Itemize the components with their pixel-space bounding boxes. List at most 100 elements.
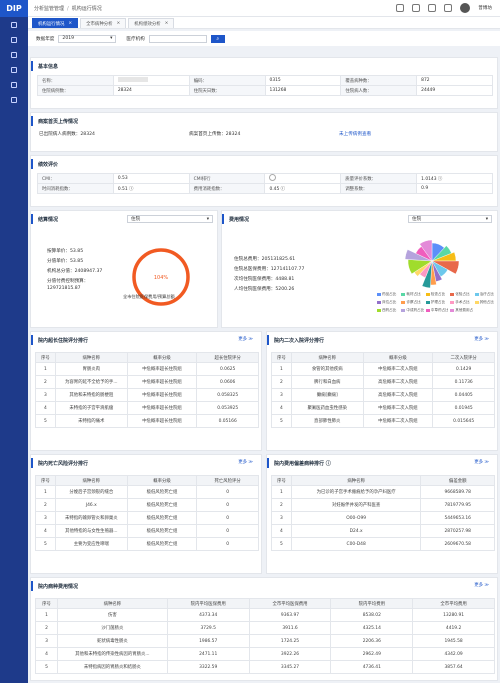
cost-pie-legend: 药品占比 耗材占比 检查占比 化验占比 治疗占比床位占比 诊察占比 护理占比 手术占比 其他占比…: [377, 292, 497, 313]
analysis-icon[interactable]: [0, 92, 28, 107]
info-icon[interactable]: ⓘ: [129, 187, 133, 192]
table-row[interactable]: 3 蛇状病毒性肠炎 1986.57 1724.25 2206.36 1945.58: [35, 634, 495, 648]
table-row[interactable]: 4 未特指的子宫平滑肌瘤 中危概率超长住院组 0.053925: [35, 401, 259, 415]
not-uploaded-link[interactable]: 未上传病例查看: [339, 131, 371, 137]
list-icon[interactable]: [0, 77, 28, 92]
close-icon[interactable]: ×: [68, 21, 72, 26]
table-cell: 4373.34: [166, 608, 250, 622]
legend-item[interactable]: 护理占比: [425, 300, 448, 305]
table-row[interactable]: 2 J46.x 极低风险死亡组 0: [35, 498, 259, 512]
breadcrumb-item[interactable]: 分析监管管理: [34, 6, 64, 12]
table-row[interactable]: 4 D24.x 2870257.98: [271, 524, 495, 538]
more-link[interactable]: 更多 ≫: [238, 459, 253, 465]
table-row[interactable]: 3 未特指的输卵管炎和卵巢炎 极低风险死亡组 0: [35, 511, 259, 525]
table-row[interactable]: 3 其他和未特指的肠梗阻 中危概率超长住院组 0.058325: [35, 388, 259, 402]
table-row[interactable]: 4 聚氟医药血虫性感染 中危概率二次入院组 0.01945: [271, 401, 495, 415]
table-row[interactable]: 5 未特指的痛术 中危概率超长住院组 0.05166: [35, 414, 259, 428]
table-row[interactable]: 1 分娩后子宫颈裂的缝合 极低风险死亡组 0: [35, 485, 259, 499]
table-cell: 0.0606: [196, 375, 259, 389]
legend-item[interactable]: 药品占比: [377, 292, 399, 297]
year-label: 数据年度: [36, 36, 55, 42]
legend-item[interactable]: 中草药占比: [425, 308, 448, 313]
legend-item[interactable]: 西药占比: [377, 308, 399, 313]
info-icon[interactable]: ⓘ: [326, 460, 331, 467]
table-cell: 0.0625: [196, 362, 259, 376]
table-cell: 0.11736: [432, 375, 495, 389]
more-link[interactable]: 更多 ≫: [474, 582, 489, 588]
table-row[interactable]: 2 脾行和白血病 高危概率二次入院组 0.11736: [271, 375, 495, 389]
column-header: 二次入院评分: [432, 352, 495, 363]
legend-item[interactable]: 手术占比: [450, 300, 472, 305]
field-label: 覆盖病种数：: [340, 75, 418, 86]
lock-icon[interactable]: [428, 4, 437, 12]
field-label: CMI：: [37, 173, 114, 184]
legend-item[interactable]: 化验占比: [450, 292, 472, 297]
table-cell: 极低风险死亡组: [126, 485, 198, 499]
table-cell: 2471.11: [166, 647, 250, 661]
cost-line: 住院总医保费用：127141107.77: [234, 267, 305, 272]
close-icon[interactable]: ×: [165, 21, 169, 26]
table-cell: 3: [35, 388, 56, 402]
column-header: 概率分级: [362, 352, 434, 363]
menu-toggle-icon[interactable]: [0, 17, 28, 32]
tab-org-performance[interactable]: 机构绩效分析 ×: [128, 18, 175, 28]
table-row[interactable]: 4 其他和未特指的传染性病因的胃肠炎... 2471.11 3922.26 2962.4…: [35, 647, 495, 661]
mail-icon[interactable]: [396, 4, 405, 12]
field-value: 1.0143 ⓘ: [416, 173, 493, 184]
table-cell: 1724.25: [248, 634, 332, 648]
table-row[interactable]: 5 主要为变应性哮喘 极低风险死亡组 0: [35, 537, 259, 551]
legend-item[interactable]: 中成药占比: [401, 308, 424, 313]
field-label: 住院病人数：: [340, 85, 418, 96]
table-row[interactable]: 1 食管的其他疾病 中危概率二次入院组 0.1429: [271, 362, 495, 376]
settings-icon[interactable]: [444, 4, 453, 12]
table-row[interactable]: 2 对妊娠伴并发的产科医查 7819779.95: [271, 498, 495, 512]
legend-item[interactable]: 检查占比: [425, 292, 448, 297]
table-row[interactable]: 4 其他特指的与女性生殖器... 极低风险死亡组 0: [35, 524, 259, 538]
table-cell: 9363.97: [248, 608, 332, 622]
legend-item[interactable]: 床位占比: [377, 300, 399, 305]
info-icon[interactable]: ⓘ: [281, 187, 285, 192]
home-icon[interactable]: [0, 32, 28, 47]
cost-type-select[interactable]: 住院 ▾: [408, 215, 492, 223]
legend-item[interactable]: 治疗占比: [474, 292, 497, 297]
legend-item[interactable]: 耗材占比: [401, 292, 423, 297]
legend-item[interactable]: 诊察占比: [401, 300, 423, 305]
table-row[interactable]: 2 沙门菌肠炎 3729.5 3911.6 4325.14 4419.2: [35, 621, 495, 635]
table-cell: 0.1429: [432, 362, 495, 376]
user-name[interactable]: 普博坊: [478, 5, 492, 11]
close-icon[interactable]: ×: [117, 21, 121, 26]
table-cell: 其他和未特指的传染性病因的胃肠炎...: [56, 647, 168, 661]
app-logo[interactable]: DIP: [0, 0, 28, 17]
more-link[interactable]: 更多 ≫: [238, 336, 253, 342]
table-row[interactable]: 2 为容胃的延不全给予的手... 中危概率超长住院组 0.0606: [35, 375, 259, 389]
table-row[interactable]: 3 O00-O99 5449653.16: [271, 511, 495, 525]
table-cell: 0.01945: [432, 401, 495, 415]
table-row[interactable]: 1 伤害 4373.34 9363.97 8538.02 13280.91: [35, 608, 495, 622]
legend-item[interactable]: 其他费用占比: [450, 308, 473, 313]
table-row[interactable]: 5 C00-D48 2609670.58: [271, 537, 495, 551]
info-icon[interactable]: [269, 174, 277, 181]
more-link[interactable]: 更多 ≫: [474, 459, 489, 465]
table-row[interactable]: 5 未特指病因的胃肠炎和结肠炎 3322.59 3345.27 4736.41 3857.…: [35, 660, 495, 674]
tab-city-disease[interactable]: 全市病种分析 ×: [80, 18, 127, 28]
search-button[interactable]: ⌕: [210, 34, 225, 43]
document-icon[interactable]: [0, 62, 28, 77]
clock-icon[interactable]: [412, 4, 421, 12]
table-row[interactable]: 1 胃肠炎肉 中危概率超长住院组 0.0625: [35, 362, 259, 376]
table-cell: 伤害: [56, 608, 168, 622]
table-row[interactable]: 1 为已诊的子宫手术瘢痕给予的孕产妇医疗 9668589.78: [271, 485, 495, 499]
column-header: 偏差金额: [420, 475, 495, 486]
table-row[interactable]: 5 直部肺性肺炎 中危概率二次入院组 0.015645: [271, 414, 495, 428]
chart-icon[interactable]: [0, 47, 28, 62]
tab-org-operation[interactable]: 机构运行情况 ×: [32, 18, 79, 28]
legend-item[interactable]: 其他占比: [474, 300, 497, 305]
year-select[interactable]: 2019 ▾: [58, 34, 117, 43]
readmission-card: 院内二次入院评分排行 更多 ≫ 序号 病种名称 概率分级 二次入院评分 1 食管的其他疾病…: [266, 331, 498, 451]
death-risk-table: 序号 病种名称 概率分级 死亡风险评分 1 分娩后子宫颈裂的缝合 极低风险死亡组 0 2 J46.…: [35, 475, 259, 551]
info-icon[interactable]: ⓘ: [438, 177, 442, 182]
more-link[interactable]: 更多 ≫: [474, 336, 489, 342]
table-row[interactable]: 3 癫痫[癫痫] 高危概率二次入院组 0.04405: [271, 388, 495, 402]
org-input[interactable]: [148, 34, 207, 43]
settlement-type-select[interactable]: 住院 ▾: [127, 215, 213, 223]
avatar[interactable]: [460, 3, 471, 13]
